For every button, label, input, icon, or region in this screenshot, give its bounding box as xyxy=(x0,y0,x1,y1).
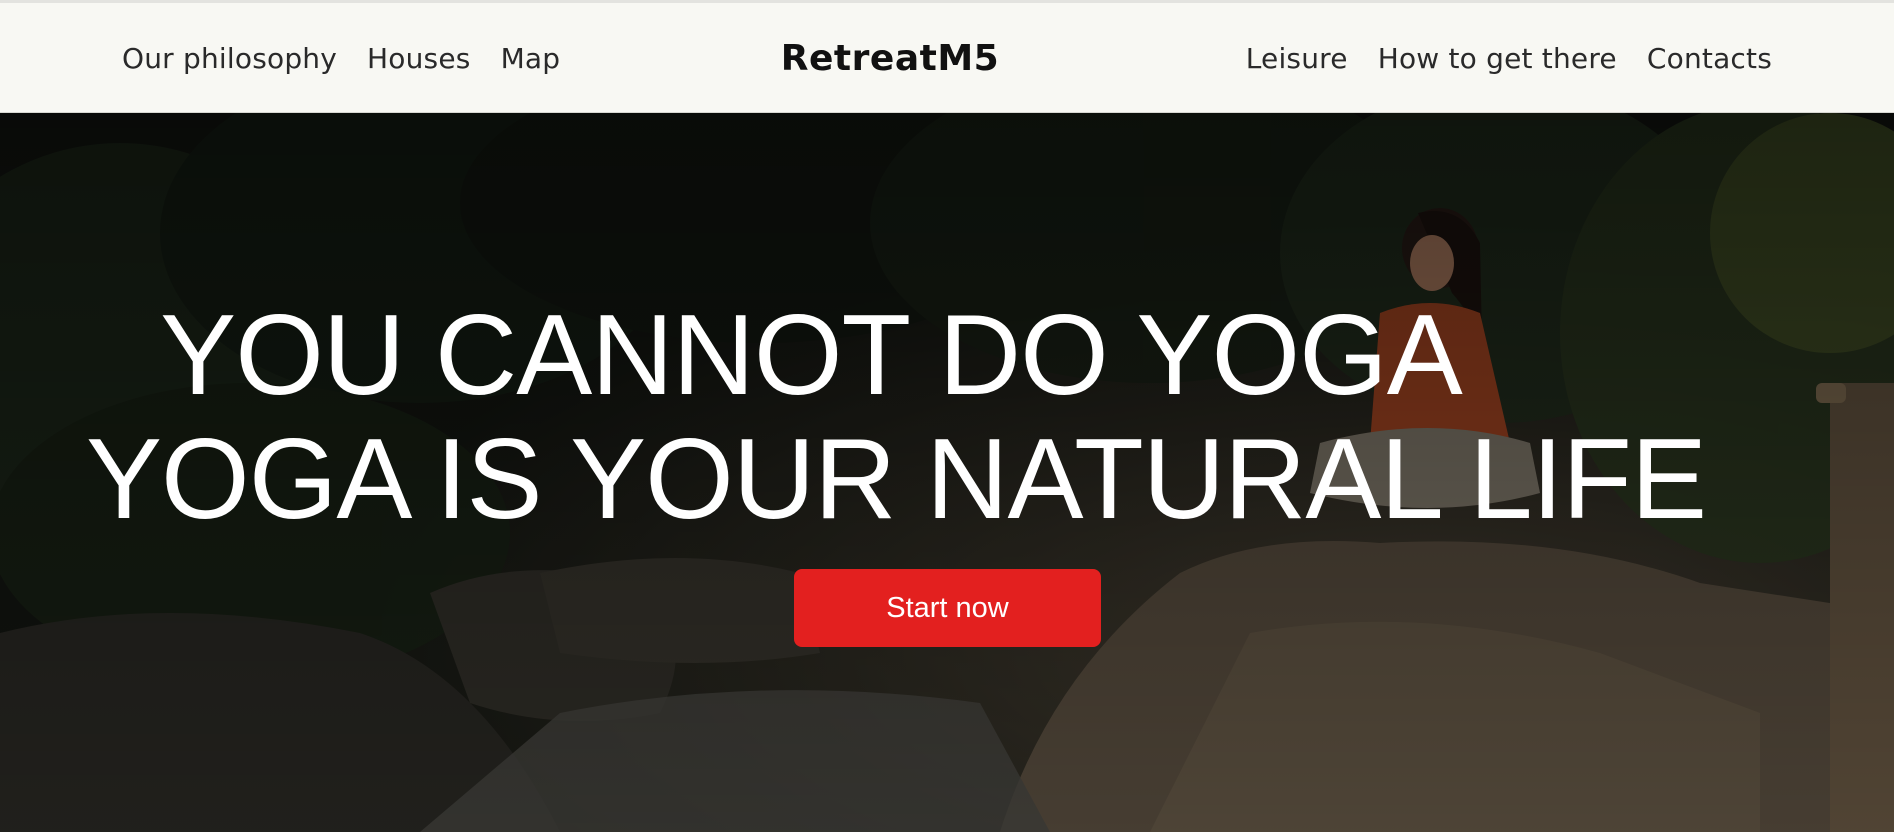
site-header: Our philosophy Houses Map RetreatM5 Leis… xyxy=(0,3,1894,113)
start-now-button[interactable]: Start now xyxy=(794,569,1101,647)
hero-headline-line-1: YOU CANNOT DO YOGA xyxy=(160,292,1463,419)
nav-link-how-to-get-there[interactable]: How to get there xyxy=(1378,42,1617,75)
nav-right: Leisure How to get there Contacts xyxy=(1216,3,1772,113)
landing-page: Our philosophy Houses Map RetreatM5 Leis… xyxy=(0,0,1894,832)
hero-headline-line-2: YOGA IS YOUR NATURAL LIFE xyxy=(86,416,1707,543)
nav-link-contacts[interactable]: Contacts xyxy=(1647,42,1772,75)
hero-section: YOU CANNOT DO YOGA YOGA IS YOUR NATURAL … xyxy=(0,113,1894,832)
nav-link-leisure[interactable]: Leisure xyxy=(1246,42,1348,75)
